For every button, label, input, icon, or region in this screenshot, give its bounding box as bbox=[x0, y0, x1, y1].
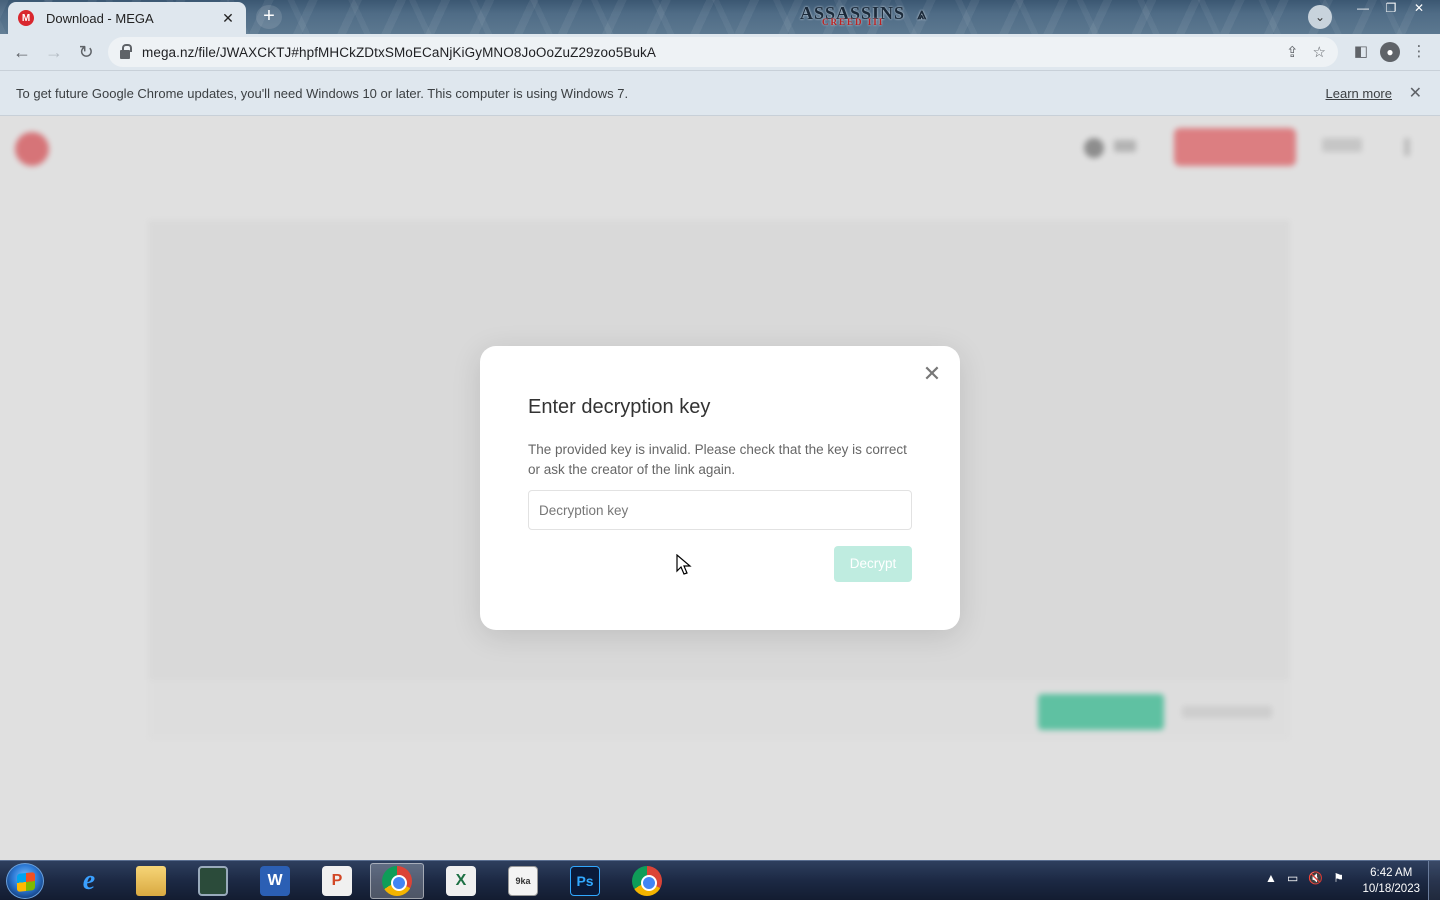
theme-logo: ASSASSINS ⩓ CREED III bbox=[800, 3, 928, 27]
action-center-flag-icon[interactable]: ⚑ bbox=[1333, 871, 1344, 885]
taskbar-word[interactable]: W bbox=[248, 863, 302, 899]
infobar-message: To get future Google Chrome updates, you… bbox=[16, 85, 629, 101]
clock-time: 6:42 AM bbox=[1370, 867, 1413, 879]
lock-icon[interactable] bbox=[120, 43, 132, 59]
bookmark-star-icon[interactable]: ☆ bbox=[1313, 43, 1326, 61]
photoshop-icon: Ps bbox=[570, 866, 600, 896]
omnibox-actions: ⇪ ☆ bbox=[1286, 37, 1326, 67]
browser-tab[interactable]: M Download - MEGA ✕ bbox=[8, 2, 246, 34]
taskbar-spreadsheet-doc[interactable]: 9ka bbox=[496, 863, 550, 899]
monitor-icon bbox=[198, 866, 228, 896]
excel-icon: X bbox=[446, 866, 476, 896]
learn-more-link[interactable]: Learn more bbox=[1326, 86, 1392, 101]
system-clock[interactable]: 6:42 AM 10/18/2023 bbox=[1362, 865, 1420, 897]
taskbar-internet-explorer[interactable]: e bbox=[62, 863, 116, 899]
back-arrow-icon[interactable]: ← bbox=[6, 36, 38, 68]
folder-icon bbox=[136, 866, 166, 896]
decryption-key-field[interactable] bbox=[528, 490, 912, 530]
toolbar-right-actions: ◧ ● ⋮ bbox=[1348, 36, 1432, 68]
mega-favicon-icon: M bbox=[18, 10, 34, 26]
tray-expand-icon[interactable]: ▲ bbox=[1265, 871, 1277, 885]
document-icon: 9ka bbox=[508, 866, 538, 896]
decryption-key-dialog: ✕ Enter decryption key The provided key … bbox=[480, 346, 960, 630]
volume-muted-icon[interactable]: 🔇 bbox=[1308, 871, 1323, 885]
network-icon[interactable]: ▭ bbox=[1287, 871, 1298, 885]
decryption-key-input[interactable] bbox=[539, 502, 911, 518]
taskbar-system-monitor[interactable] bbox=[186, 863, 240, 899]
close-window-button[interactable]: ✕ bbox=[1406, 0, 1432, 18]
taskbar-chrome-2[interactable] bbox=[620, 863, 674, 899]
window-controls: — ❐ ✕ bbox=[1350, 0, 1432, 18]
update-infobar: To get future Google Chrome updates, you… bbox=[0, 70, 1440, 116]
powerpoint-icon: P bbox=[322, 866, 352, 896]
reload-icon[interactable]: ↻ bbox=[70, 36, 102, 68]
dialog-title: Enter decryption key bbox=[528, 396, 711, 418]
dialog-description: The provided key is invalid. Please chec… bbox=[528, 442, 907, 477]
restore-button[interactable]: ❐ bbox=[1378, 0, 1404, 18]
clock-date: 10/18/2023 bbox=[1362, 883, 1420, 895]
windows-taskbar: e W P X 9ka Ps ▲ ▭ 🔇 ⚑ 6:42 AM 10/18/202… bbox=[0, 860, 1440, 900]
chrome-menu-icon[interactable]: ⋮ bbox=[1406, 36, 1432, 68]
taskbar-excel[interactable]: X bbox=[434, 863, 488, 899]
infobar-close-icon[interactable]: ✕ bbox=[1409, 83, 1422, 103]
show-desktop-button[interactable] bbox=[1428, 861, 1440, 900]
tab-title: Download - MEGA bbox=[46, 10, 154, 26]
system-tray: ▲ ▭ 🔇 ⚑ bbox=[1265, 871, 1344, 885]
share-icon[interactable]: ⇪ bbox=[1286, 43, 1299, 61]
word-icon: W bbox=[260, 866, 290, 896]
taskbar-photoshop[interactable]: Ps bbox=[558, 863, 612, 899]
decrypt-button[interactable]: Decrypt bbox=[834, 546, 912, 582]
tab-search-chevron-icon[interactable]: ⌄ bbox=[1308, 5, 1332, 29]
assassins-insignia-icon: ⩓ bbox=[917, 6, 928, 23]
chrome-icon bbox=[632, 866, 662, 896]
browser-titlebar: M Download - MEGA ✕ + ASSASSINS ⩓ CREED I… bbox=[0, 0, 1440, 34]
minimize-button[interactable]: — bbox=[1350, 0, 1376, 18]
taskbar-chrome-active[interactable] bbox=[370, 863, 424, 899]
url-text[interactable]: mega.nz/file/JWAXCKTJ#hpfMHCkZDtxSMoECaN… bbox=[142, 45, 656, 60]
taskbar-powerpoint[interactable]: P bbox=[310, 863, 364, 899]
dialog-close-icon[interactable]: ✕ bbox=[920, 362, 944, 386]
side-panel-icon[interactable]: ◧ bbox=[1348, 36, 1374, 68]
address-bar[interactable]: mega.nz/file/JWAXCKTJ#hpfMHCkZDtxSMoECaN… bbox=[108, 37, 1338, 67]
taskbar-file-explorer[interactable] bbox=[124, 863, 178, 899]
theme-logo-subtext: CREED III bbox=[822, 17, 885, 27]
tab-close-icon[interactable]: ✕ bbox=[220, 10, 236, 27]
windows-logo-icon bbox=[17, 872, 35, 892]
internet-explorer-icon: e bbox=[82, 865, 96, 896]
forward-arrow-icon[interactable]: → bbox=[38, 36, 70, 68]
profile-avatar-icon[interactable]: ● bbox=[1380, 42, 1400, 62]
new-tab-button[interactable]: + bbox=[256, 5, 282, 29]
browser-toolbar: ← → ↻ mega.nz/file/JWAXCKTJ#hpfMHCkZDtxS… bbox=[0, 34, 1440, 70]
start-button[interactable] bbox=[6, 863, 44, 899]
chrome-icon bbox=[382, 866, 412, 896]
